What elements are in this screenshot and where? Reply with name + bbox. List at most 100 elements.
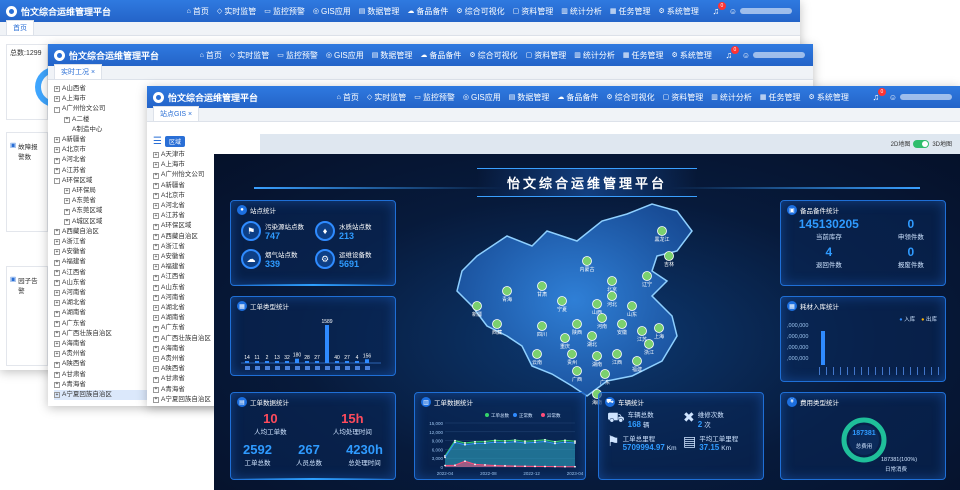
tree-node[interactable]: + A福建省 — [54, 257, 149, 267]
menu-item[interactable]: ▦ 任务管理 — [760, 92, 801, 103]
expand-icon[interactable]: + — [54, 320, 60, 327]
tree-node[interactable]: + A贵州省 — [153, 354, 213, 364]
expand-icon[interactable]: + — [153, 294, 159, 301]
expand-icon[interactable]: + — [54, 392, 60, 399]
expand-icon[interactable]: + — [153, 356, 159, 363]
map-mode-toggle[interactable] — [913, 139, 930, 148]
expand-icon[interactable]: + — [54, 351, 60, 358]
tree-node[interactable]: + A西藏自治区 — [54, 227, 149, 237]
menu-item[interactable]: ☁ 备品备件 — [557, 92, 598, 103]
tree-node[interactable]: + A陕西省 — [153, 364, 213, 374]
menu-item[interactable]: ⚙ 综合可视化 — [606, 92, 654, 103]
expand-icon[interactable]: + — [64, 188, 70, 195]
tree-node[interactable]: + A江苏省 — [153, 211, 213, 221]
menu-item[interactable]: ▤ 数据管理 — [372, 50, 413, 61]
menu-item[interactable]: ▭ 监控预警 — [264, 6, 305, 17]
tree-node[interactable]: + A新疆省 — [153, 181, 213, 191]
list-icon[interactable]: ☰ — [153, 136, 162, 147]
map-pin[interactable]: 吉林 — [664, 251, 674, 269]
expand-icon[interactable]: + — [54, 96, 60, 103]
tree-node[interactable]: + A西藏自治区 — [153, 232, 213, 242]
tree-node[interactable]: + A环保区域 — [153, 221, 213, 231]
tree-node[interactable]: + A新疆省 — [54, 135, 149, 145]
expand-icon[interactable]: - — [54, 177, 60, 184]
menu-item[interactable]: ▦ 任务管理 — [623, 50, 664, 61]
tree-node[interactable]: + A安徽省 — [54, 247, 149, 257]
expand-icon[interactable]: + — [153, 274, 159, 281]
expand-icon[interactable]: + — [153, 284, 159, 291]
tree-node[interactable]: + A江苏省 — [54, 166, 149, 176]
menu-item[interactable]: ▦ 任务管理 — [610, 6, 651, 17]
tree-node[interactable]: A制造中心 — [54, 125, 149, 135]
tree-node[interactable]: + A海南省 — [153, 344, 213, 354]
menu-item[interactable]: ◎ GIS应用 — [463, 92, 501, 103]
menu-item[interactable]: ▢ 资料管理 — [663, 92, 704, 103]
expand-icon[interactable]: + — [153, 182, 159, 189]
expand-icon[interactable]: + — [153, 162, 159, 169]
tree-node[interactable]: + A安徽省 — [153, 252, 213, 262]
menu-item[interactable]: ⚙ 综合可视化 — [456, 6, 504, 17]
tree-node[interactable]: + A陕西省 — [54, 359, 149, 369]
tab-home[interactable]: 首页 — [6, 20, 34, 35]
tree-node[interactable]: + A东莞区域 — [54, 206, 149, 216]
tree-node[interactable]: + A贵州省 — [54, 349, 149, 359]
expand-icon[interactable]: + — [153, 203, 159, 210]
expand-icon[interactable]: + — [153, 376, 159, 383]
tree-node[interactable]: + A上海市 — [54, 94, 149, 104]
bell-icon[interactable]: ♫ 0 — [869, 88, 886, 104]
expand-icon[interactable]: + — [54, 167, 60, 174]
tree-node[interactable]: + A东莞省 — [54, 196, 149, 206]
menu-item[interactable]: ▭ 监控预警 — [414, 92, 455, 103]
expand-icon[interactable]: - — [54, 106, 60, 113]
expand-icon[interactable]: + — [153, 213, 159, 220]
expand-icon[interactable]: + — [153, 264, 159, 271]
menu-item[interactable]: ◇ 实时监管 — [230, 50, 269, 61]
tree-node[interactable]: + A青海省 — [153, 385, 213, 395]
expand-icon[interactable]: + — [54, 341, 60, 348]
tree-node[interactable]: + A河南省 — [54, 288, 149, 298]
expand-icon[interactable]: + — [54, 279, 60, 286]
tree-node[interactable]: + A环保局 — [54, 186, 149, 196]
tree-node[interactable]: + A江西省 — [54, 268, 149, 278]
expand-icon[interactable]: + — [153, 192, 159, 199]
tree-node[interactable]: + A天津市 — [153, 150, 213, 160]
menu-item[interactable]: ◎ GIS应用 — [313, 6, 351, 17]
expand-icon[interactable]: + — [153, 223, 159, 230]
menu-item[interactable]: ▥ 统计分析 — [711, 92, 752, 103]
menu-item[interactable]: ▥ 统计分析 — [574, 50, 615, 61]
tree-node[interactable]: + A山东省 — [153, 283, 213, 293]
tree-node[interactable]: + A青海省 — [54, 380, 149, 390]
tree-node[interactable]: + A上海市 — [153, 160, 213, 170]
tree-node[interactable]: + A福建省 — [153, 262, 213, 272]
bell-icon[interactable]: ♫ 0 — [709, 2, 726, 18]
menu-item[interactable]: ☁ 备品备件 — [407, 6, 448, 17]
menu-item[interactable]: ▭ 监控预警 — [277, 50, 318, 61]
tree-node[interactable]: + A山东省 — [54, 278, 149, 288]
menu-item[interactable]: ▤ 数据管理 — [509, 92, 550, 103]
tree-node[interactable]: + A广东省 — [54, 319, 149, 329]
expand-icon[interactable]: + — [64, 116, 70, 123]
expand-icon[interactable]: + — [153, 366, 159, 373]
tree-node[interactable]: + A山西省 — [54, 84, 149, 94]
tree-node[interactable]: + A宁夏回族自治区 — [153, 395, 213, 405]
expand-icon[interactable]: + — [153, 325, 159, 332]
expand-icon[interactable]: + — [54, 371, 60, 378]
expand-icon[interactable]: + — [153, 233, 159, 240]
menu-item[interactable]: ◇ 实时监管 — [217, 6, 256, 17]
expand-icon[interactable]: + — [54, 259, 60, 266]
menu-item[interactable]: ▢ 资料管理 — [513, 6, 554, 17]
bell-icon[interactable]: ♫ 0 — [722, 46, 739, 62]
tree-node[interactable]: + A河北省 — [153, 201, 213, 211]
user-menu[interactable]: ☺ — [729, 7, 800, 16]
menu-item[interactable]: ⚙ 系统管理 — [659, 6, 699, 17]
tree-node[interactable]: + A河南省 — [153, 293, 213, 303]
expand-icon[interactable]: + — [153, 345, 159, 352]
menu-item[interactable]: ⚙ 综合可视化 — [469, 50, 517, 61]
tree-node[interactable]: - A广州怡文公司 — [54, 104, 149, 114]
tree-node[interactable]: + A北京市 — [54, 145, 149, 155]
tree-node[interactable]: + A城区区域 — [54, 217, 149, 227]
expand-icon[interactable]: + — [64, 198, 70, 205]
tree-node[interactable]: + A海南省 — [54, 339, 149, 349]
expand-icon[interactable]: + — [64, 208, 70, 215]
menu-item[interactable]: ⌂ 首页 — [200, 50, 222, 61]
